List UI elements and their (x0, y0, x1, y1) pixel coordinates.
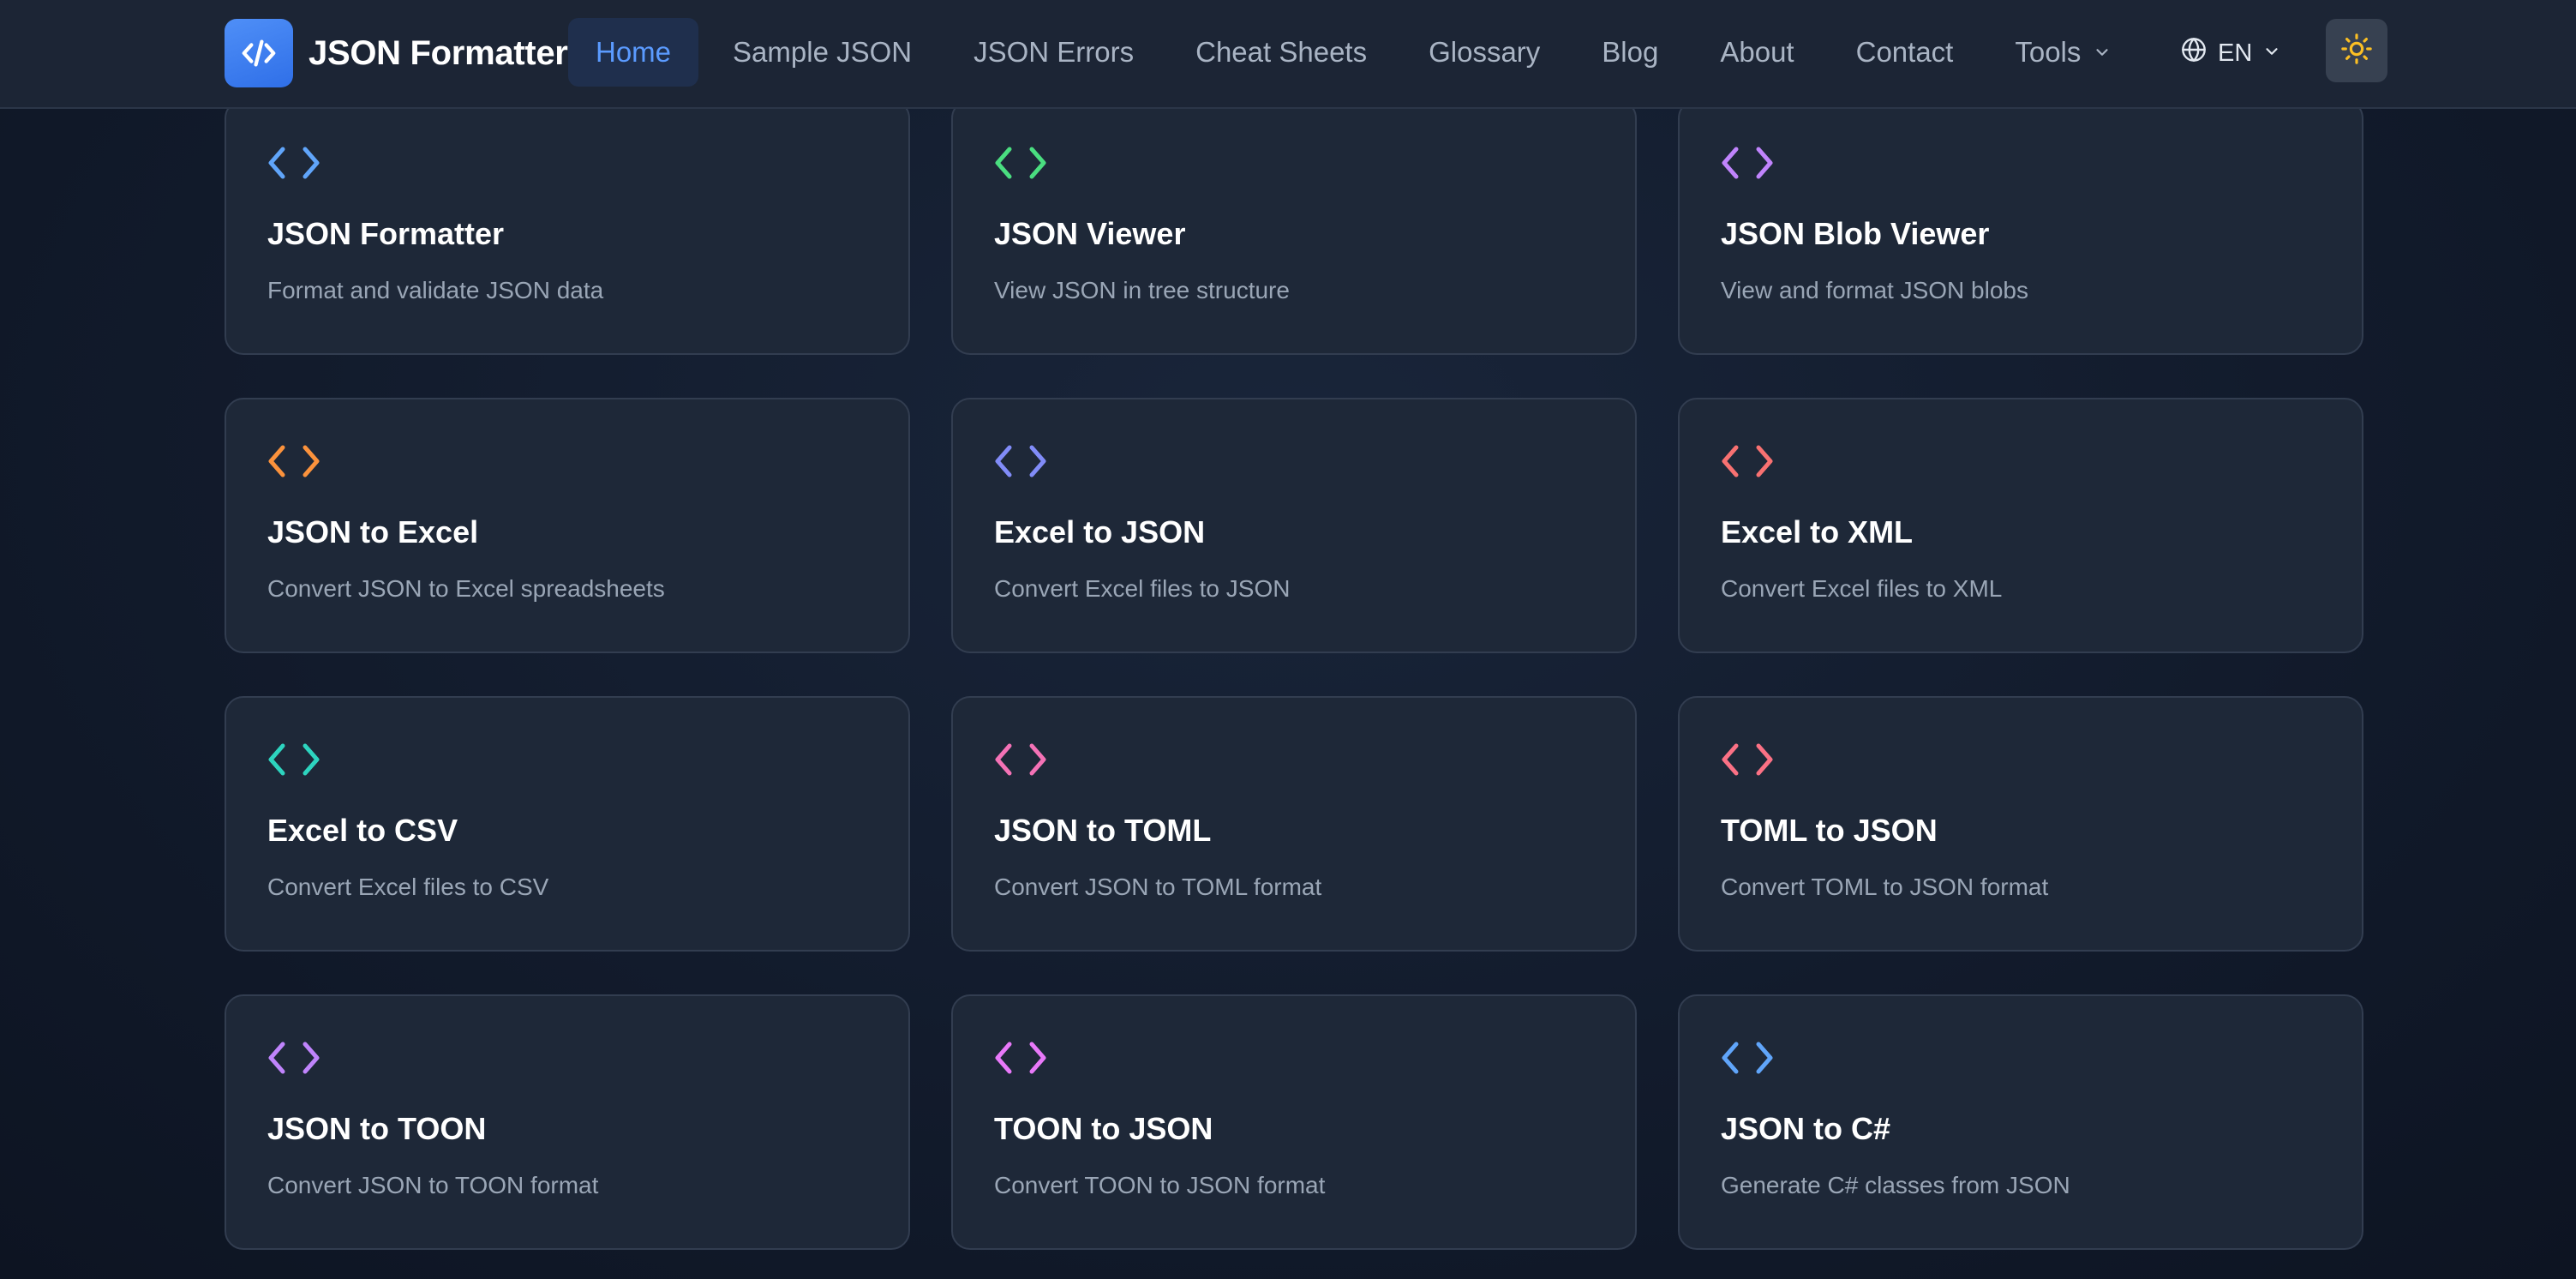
brand-name: JSON Formatter (309, 33, 568, 72)
nav-blog[interactable]: Blog (1574, 18, 1686, 87)
chevron-down-icon (2262, 39, 2281, 68)
tool-card-description: Convert TOON to JSON format (994, 1172, 1326, 1198)
code-brackets-icon (1722, 147, 1773, 179)
code-brackets-icon (1722, 445, 1773, 477)
tool-card-title: JSON to Excel (267, 514, 479, 549)
tool-card-description: Convert JSON to TOON format (267, 1172, 599, 1198)
sun-icon (2340, 33, 2373, 69)
nav-about[interactable]: About (1692, 18, 1821, 87)
tool-card-excel-to-csv[interactable]: Excel to CSV Convert Excel files to CSV (225, 696, 910, 952)
code-brackets-icon (268, 445, 320, 477)
tool-card-description: Convert Excel files to JSON (994, 575, 1291, 602)
code-brackets-icon (995, 743, 1046, 776)
nav-contact[interactable]: Contact (1829, 18, 1981, 87)
tool-card-description: Convert JSON to TOML format (994, 874, 1322, 900)
chevron-down-icon (2093, 43, 2112, 62)
tool-card-description: Convert TOML to JSON format (1721, 874, 2049, 900)
nav-sample-json[interactable]: Sample JSON (705, 18, 939, 87)
tool-card-json-viewer[interactable]: JSON Viewer View JSON in tree structure (951, 99, 1637, 355)
code-brackets-icon (995, 147, 1046, 179)
nav-tools-dropdown[interactable]: Tools (1987, 18, 2139, 87)
tool-card-json-to-toml[interactable]: JSON to TOML Convert JSON to TOML format (951, 696, 1637, 952)
nav-tools-label: Tools (2015, 36, 2082, 68)
tool-card-description: Format and validate JSON data (267, 277, 604, 303)
tool-card-description: Convert Excel files to CSV (267, 874, 549, 900)
tool-card-title: Excel to JSON (994, 514, 1206, 549)
tool-card-title: JSON Viewer (994, 216, 1186, 251)
tool-card-description: Convert JSON to Excel spreadsheets (267, 575, 665, 602)
nav-json-errors-label: JSON Errors (973, 36, 1135, 68)
code-brackets-icon (995, 1042, 1046, 1074)
nav-cheat-sheets-label: Cheat Sheets (1195, 36, 1368, 68)
language-selector[interactable]: EN (2168, 19, 2293, 87)
tool-card-json-to-csharp[interactable]: JSON to C# Generate C# classes from JSON (1678, 994, 2363, 1250)
tool-card-toon-to-json[interactable]: TOON to JSON Convert TOON to JSON format (951, 994, 1637, 1250)
nav-home[interactable]: Home (568, 18, 699, 87)
tool-card-description: Generate C# classes from JSON (1721, 1172, 2070, 1198)
code-brackets-icon (268, 743, 320, 776)
top-navbar: JSON Formatter Home Sample JSON JSON Err… (0, 0, 2576, 109)
tool-card-json-to-excel[interactable]: JSON to Excel Convert JSON to Excel spre… (225, 398, 910, 653)
tool-card-description: View JSON in tree structure (994, 277, 1290, 303)
nav-json-errors[interactable]: JSON Errors (946, 18, 1161, 87)
code-slash-icon (225, 19, 293, 87)
tool-card-title: TOML to JSON (1721, 813, 1938, 848)
tool-card-title: Excel to XML (1721, 514, 1914, 549)
tool-card-excel-to-json[interactable]: Excel to JSON Convert Excel files to JSO… (951, 398, 1637, 653)
tool-card-json-to-toon[interactable]: JSON to TOON Convert JSON to TOON format (225, 994, 910, 1250)
main-nav: Home Sample JSON JSON Errors Cheat Sheet… (568, 18, 2139, 87)
code-brackets-icon (1722, 743, 1773, 776)
nav-about-label: About (1720, 36, 1794, 68)
tool-card-json-formatter[interactable]: JSON Formatter Format and validate JSON … (225, 99, 910, 355)
theme-toggle-button[interactable] (2326, 19, 2387, 82)
globe-icon (2180, 36, 2208, 70)
nav-cheat-sheets[interactable]: Cheat Sheets (1168, 18, 1394, 87)
tool-card-title: JSON Formatter (267, 216, 505, 251)
nav-contact-label: Contact (1855, 36, 1954, 68)
brand-home-link[interactable]: JSON Formatter (225, 19, 568, 87)
tool-card-description: View and format JSON blobs (1721, 277, 2028, 303)
nav-blog-label: Blog (1602, 36, 1659, 68)
tool-card-title: TOON to JSON (994, 1111, 1213, 1146)
tool-card-toml-to-json[interactable]: TOML to JSON Convert TOML to JSON format (1678, 696, 2363, 952)
tool-card-description: Convert Excel files to XML (1721, 575, 2003, 602)
language-label: EN (2218, 39, 2253, 67)
tool-card-json-blob-viewer[interactable]: JSON Blob Viewer View and format JSON bl… (1678, 99, 2363, 355)
tool-card-excel-to-xml[interactable]: Excel to XML Convert Excel files to XML (1678, 398, 2363, 653)
tool-card-title: JSON to C# (1721, 1111, 1891, 1146)
tool-card-title: JSON to TOML (994, 813, 1212, 848)
code-brackets-icon (268, 1042, 320, 1074)
code-brackets-icon (995, 445, 1046, 477)
nav-glossary-label: Glossary (1429, 36, 1541, 68)
code-brackets-icon (1722, 1042, 1773, 1074)
code-brackets-icon (268, 147, 320, 179)
tool-card-title: JSON to TOON (267, 1111, 487, 1146)
nav-sample-json-label: Sample JSON (733, 36, 913, 68)
tool-card-title: Excel to CSV (267, 813, 458, 848)
nav-glossary[interactable]: Glossary (1401, 18, 1567, 87)
tool-card-title: JSON Blob Viewer (1721, 216, 1990, 251)
nav-home-label: Home (596, 36, 672, 68)
